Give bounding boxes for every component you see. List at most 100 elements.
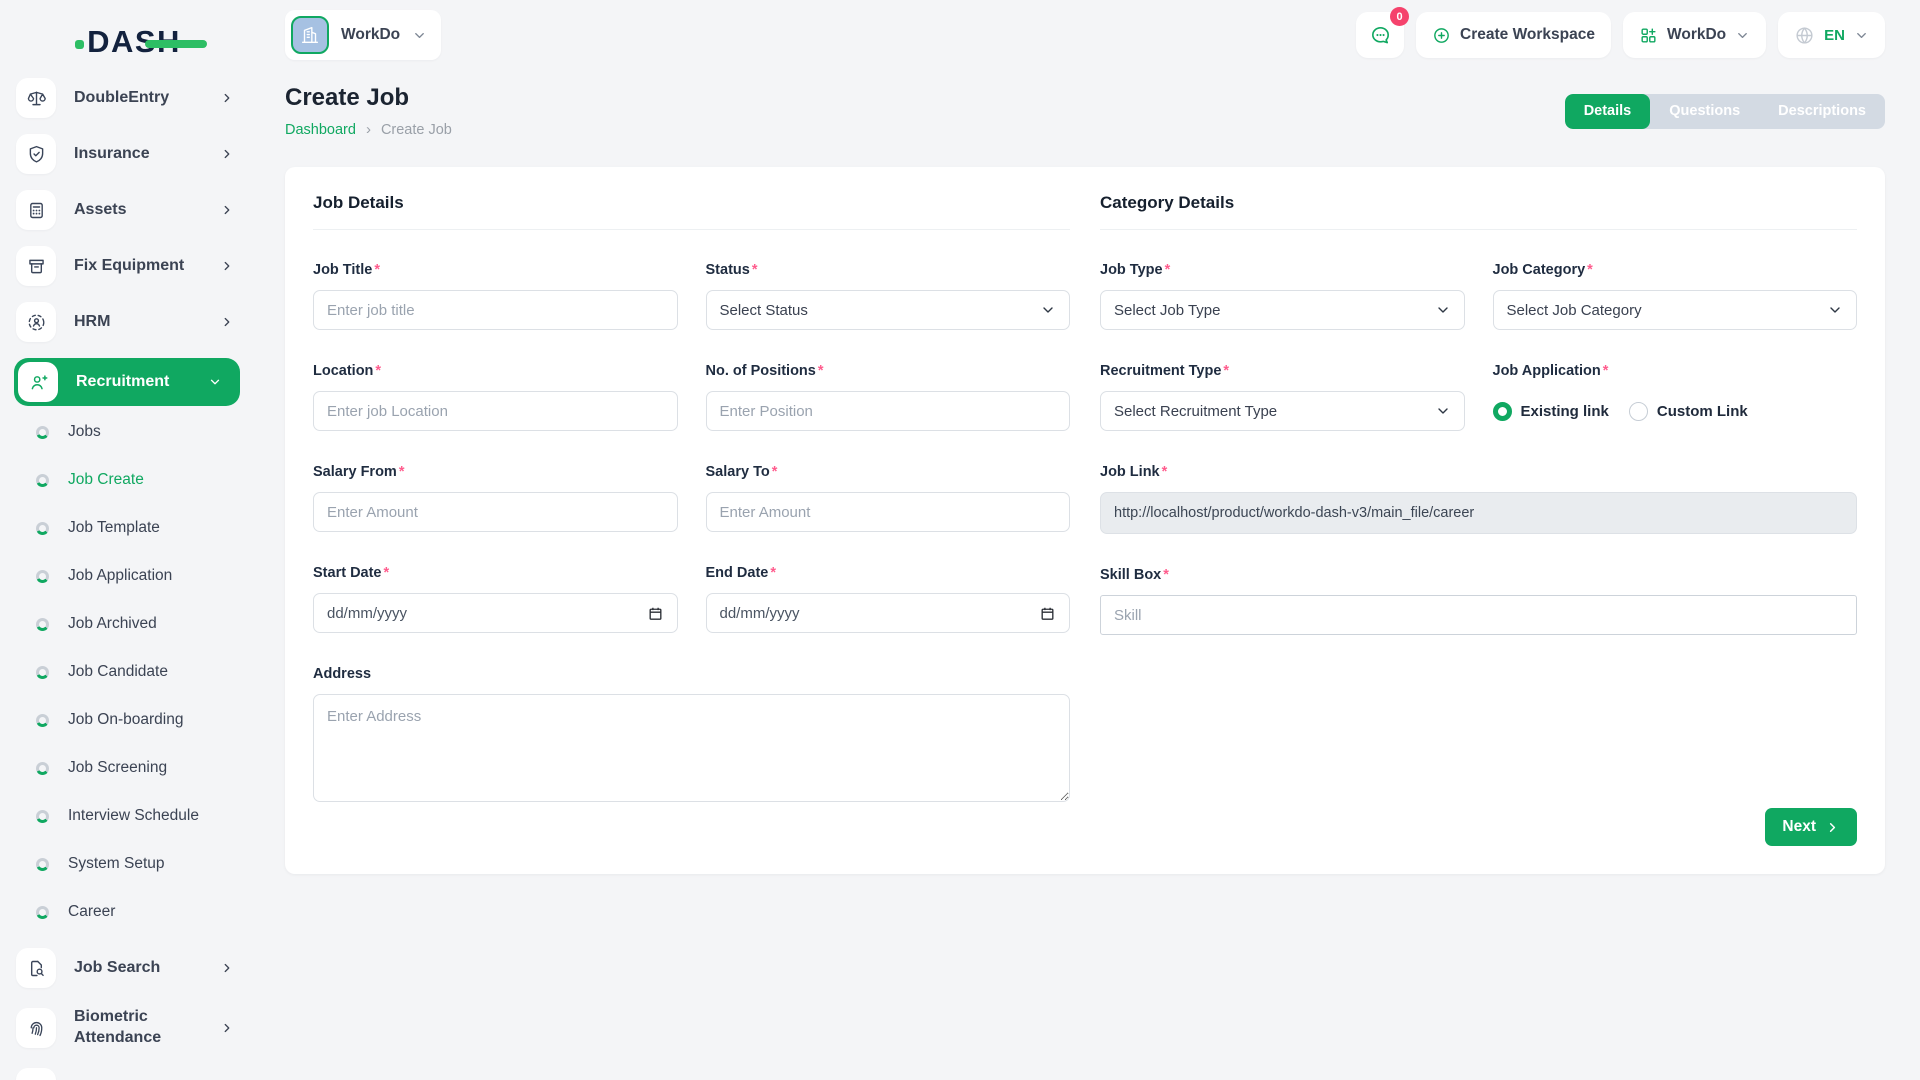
circle-icon <box>36 906 49 919</box>
tab-details[interactable]: Details <box>1565 94 1651 129</box>
sidebar-subitem-job-screening[interactable]: Job Screening <box>36 756 240 780</box>
sidebar-item-hrm[interactable]: HRM <box>16 302 240 342</box>
job-title-input[interactable] <box>313 290 678 330</box>
job-category-select-value: Select Job Category <box>1507 302 1642 319</box>
radio-existing-link[interactable]: Existing link <box>1493 402 1609 421</box>
page-title: Create Job <box>285 84 452 112</box>
job-link-input[interactable] <box>1100 492 1857 534</box>
sidebar-subitem-job-template[interactable]: Job Template <box>36 516 240 540</box>
messages-button[interactable]: 0 <box>1356 12 1404 58</box>
job-type-select[interactable]: Select Job Type <box>1100 290 1465 330</box>
form-step-tabs: Details Questions Descriptions <box>1565 94 1885 129</box>
radio-unselected-icon <box>1629 402 1648 421</box>
messages-badge: 0 <box>1390 7 1409 26</box>
sidebar-subitem-job-create[interactable]: Job Create <box>36 468 240 492</box>
create-job-card: Job Details Job Title* Status* Select St… <box>285 167 1885 874</box>
salary-from-input[interactable] <box>313 492 678 532</box>
circle-icon <box>36 762 49 775</box>
required-asterisk: * <box>399 464 405 480</box>
circle-icon <box>36 570 49 583</box>
sidebar-item-insurance[interactable]: Insurance <box>16 134 240 174</box>
skill-input[interactable] <box>1100 595 1857 635</box>
sidebar-item-job-search[interactable]: Job Search <box>16 948 240 988</box>
chat-icon <box>1369 24 1392 47</box>
sidebar-subitem-job-onboarding[interactable]: Job On-boarding <box>36 708 240 732</box>
recruitment-type-select[interactable]: Select Recruitment Type <box>1100 391 1465 431</box>
chevron-down-icon <box>1854 28 1869 43</box>
end-date-input[interactable]: dd/mm/yyyy <box>706 593 1071 633</box>
section-title-category-details: Category Details <box>1100 193 1857 230</box>
positions-input[interactable] <box>706 391 1071 431</box>
address-textarea[interactable] <box>313 694 1070 802</box>
field-skill-box: Skill Box* <box>1100 567 1857 635</box>
radio-custom-link[interactable]: Custom Link <box>1629 402 1748 421</box>
circle-icon <box>36 714 49 727</box>
globe-icon <box>1794 25 1815 46</box>
calculator-icon <box>16 190 56 230</box>
section-title-job-details: Job Details <box>313 193 1070 230</box>
field-start-date: Start Date* dd/mm/yyyy <box>313 565 678 633</box>
sidebar-item-recruitment[interactable]: Recruitment <box>14 358 240 406</box>
company-dropdown[interactable]: WorkDo <box>1623 12 1766 58</box>
required-asterisk: * <box>1163 567 1169 583</box>
sidebar-item-label: HRM <box>74 312 220 333</box>
chevron-right-icon <box>220 961 234 975</box>
required-asterisk: * <box>770 565 776 581</box>
start-date-input[interactable]: dd/mm/yyyy <box>313 593 678 633</box>
circle-icon <box>36 426 49 439</box>
breadcrumb-dashboard-link[interactable]: Dashboard <box>285 122 356 138</box>
building-icon <box>291 16 329 54</box>
sidebar-item-procurement[interactable]: Procurement <box>16 1068 240 1080</box>
salary-to-label: Salary To* <box>706 464 1071 480</box>
breadcrumb-current: Create Job <box>381 122 452 138</box>
circle-icon <box>36 618 49 631</box>
sidebar-item-doubleentry[interactable]: DoubleEntry <box>16 78 240 118</box>
required-asterisk: * <box>1165 262 1171 278</box>
sidebar-subitem-interview-schedule[interactable]: Interview Schedule <box>36 804 240 828</box>
salary-from-label: Salary From* <box>313 464 678 480</box>
language-dropdown[interactable]: EN <box>1778 12 1885 58</box>
salary-to-input[interactable] <box>706 492 1071 532</box>
chevron-right-icon <box>220 259 234 273</box>
sidebar-item-label: Fix Equipment <box>74 256 220 277</box>
required-asterisk: * <box>1162 464 1168 480</box>
job-details-section: Job Details Job Title* Status* Select St… <box>313 193 1070 802</box>
job-category-select[interactable]: Select Job Category <box>1493 290 1858 330</box>
job-type-select-value: Select Job Type <box>1114 302 1220 319</box>
sidebar-subitem-career[interactable]: Career <box>36 900 240 924</box>
sidebar-item-label: Biometric Attendance <box>74 1007 220 1049</box>
chevron-down-icon <box>412 28 427 43</box>
sidebar-subitem-job-application[interactable]: Job Application <box>36 564 240 588</box>
topbar: WorkDo 0 Create Workspace WorkDo EN <box>256 0 1920 70</box>
sidebar-subitem-job-archived[interactable]: Job Archived <box>36 612 240 636</box>
sidebar-subitem-job-candidate[interactable]: Job Candidate <box>36 660 240 684</box>
field-end-date: End Date* dd/mm/yyyy <box>706 565 1071 633</box>
sidebar-subitem-system-setup[interactable]: System Setup <box>36 852 240 876</box>
tab-descriptions[interactable]: Descriptions <box>1759 94 1885 129</box>
fingerprint-icon <box>16 1008 56 1048</box>
job-link-label: Job Link* <box>1100 464 1857 480</box>
sidebar-item-assets[interactable]: Assets <box>16 190 240 230</box>
status-select[interactable]: Select Status <box>706 290 1071 330</box>
app-logo[interactable]: DASH <box>0 18 256 64</box>
sidebar-subitem-jobs[interactable]: Jobs <box>36 420 240 444</box>
location-input[interactable] <box>313 391 678 431</box>
required-asterisk: * <box>772 464 778 480</box>
workspace-switcher[interactable]: WorkDo <box>285 10 441 60</box>
field-job-link: Job Link* <box>1100 464 1857 534</box>
recruitment-type-label: Recruitment Type* <box>1100 363 1465 379</box>
sidebar-menu: DoubleEntry Insurance Assets Fix Equipme… <box>0 78 256 1080</box>
create-workspace-button[interactable]: Create Workspace <box>1416 12 1611 58</box>
tab-questions[interactable]: Questions <box>1650 94 1759 129</box>
required-asterisk: * <box>1603 363 1609 379</box>
sidebar-item-biometric-attendance[interactable]: Biometric Attendance <box>16 1004 240 1052</box>
chevron-right-icon <box>220 315 234 329</box>
logo-dot <box>75 40 84 49</box>
sidebar-item-fix-equipment[interactable]: Fix Equipment <box>16 246 240 286</box>
category-details-section: Category Details Job Type* Select Job Ty… <box>1100 193 1857 802</box>
circle-icon <box>36 474 49 487</box>
next-button[interactable]: Next <box>1765 808 1857 846</box>
workspace-name: WorkDo <box>341 26 400 44</box>
job-application-label: Job Application* <box>1493 363 1858 379</box>
required-asterisk: * <box>375 363 381 379</box>
